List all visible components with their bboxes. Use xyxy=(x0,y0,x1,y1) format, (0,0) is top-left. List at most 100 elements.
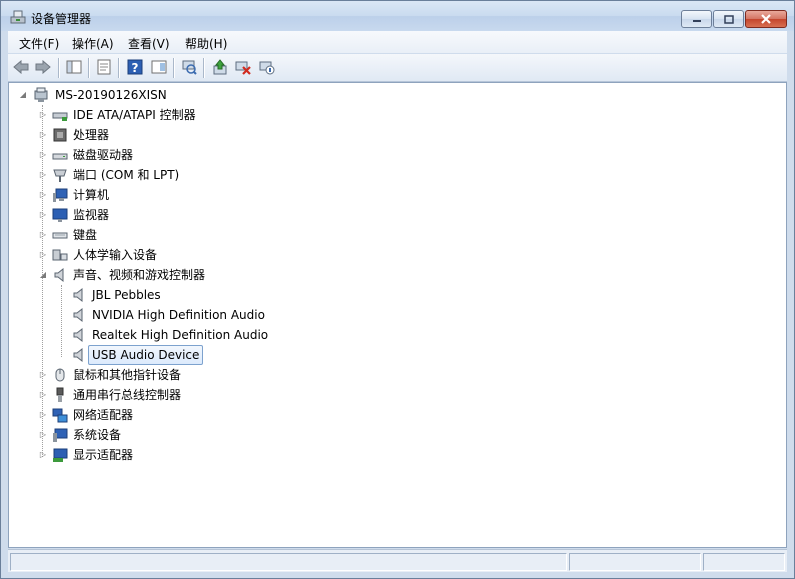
speaker-icon xyxy=(73,307,83,323)
menu-help[interactable]: 帮助(H) xyxy=(185,35,227,52)
category-label: 显示适配器 xyxy=(73,448,134,462)
tree-category-hid[interactable]: ▷ 人体学输入设备 xyxy=(9,245,309,265)
title-bar[interactable]: 设备管理器 xyxy=(1,1,794,31)
category-label: IDE ATA/ATAPI 控制器 xyxy=(73,108,196,122)
minimize-icon xyxy=(692,20,701,22)
category-label: 监视器 xyxy=(73,208,110,222)
show-hide-tree-icon xyxy=(66,60,82,74)
tree-category-ports[interactable]: ▷ 端口 (COM 和 LPT) xyxy=(9,165,309,185)
properties-button[interactable] xyxy=(95,58,113,76)
action-pane-button[interactable] xyxy=(150,58,168,76)
expand-arrow-icon[interactable]: ▷ xyxy=(38,145,48,165)
status-panel-main xyxy=(10,553,567,571)
port-icon xyxy=(53,169,67,182)
expand-arrow-icon[interactable]: ▷ xyxy=(38,365,48,385)
scan-hardware-icon xyxy=(182,60,197,75)
tree-category-mouse[interactable]: ▷ 鼠标和其他指针设备 xyxy=(9,365,309,385)
category-label: 系统设备 xyxy=(73,428,122,442)
back-button[interactable] xyxy=(12,58,30,76)
maximize-icon xyxy=(723,14,734,24)
computer-root-icon xyxy=(34,87,48,102)
disk-drive-icon xyxy=(52,153,68,160)
disable-device-button[interactable] xyxy=(258,58,276,76)
display-adapter-icon xyxy=(53,448,68,462)
tree-category-ide[interactable]: ▷ IDE ATA/ATAPI 控制器 xyxy=(9,105,309,125)
scan-hardware-button[interactable] xyxy=(180,58,198,76)
expand-arrow-icon[interactable]: ▷ xyxy=(38,405,48,425)
device-manager-window: 设备管理器 文件(F) 操作(A) 查看(V) 帮助(H) ? ◢ MS-201… xyxy=(0,0,795,579)
expand-arrow-icon[interactable]: ▷ xyxy=(38,185,48,205)
speaker-icon xyxy=(73,347,83,363)
status-panel-3 xyxy=(703,553,785,571)
processor-icon xyxy=(53,128,67,142)
ide-controller-icon xyxy=(52,112,68,121)
minimize-button[interactable] xyxy=(681,10,712,28)
category-label: 磁盘驱动器 xyxy=(73,148,134,162)
tree-category-system[interactable]: ▷ 系统设备 xyxy=(9,425,309,445)
speaker-icon xyxy=(73,327,83,343)
category-label: 键盘 xyxy=(73,228,98,242)
collapse-arrow-icon[interactable]: ◢ xyxy=(18,85,28,105)
monitor-icon xyxy=(52,208,68,222)
tree-device-usb-audio[interactable]: USB Audio Device xyxy=(9,345,309,365)
expand-arrow-icon[interactable]: ▷ xyxy=(38,385,48,405)
collapse-arrow-icon[interactable]: ◢ xyxy=(38,265,48,285)
category-label: 通用串行总线控制器 xyxy=(73,388,182,402)
device-manager-icon xyxy=(10,10,26,24)
properties-icon xyxy=(97,59,111,75)
disable-device-icon xyxy=(259,61,275,75)
maximize-button[interactable] xyxy=(713,10,744,28)
device-label: Realtek High Definition Audio xyxy=(92,328,269,342)
speaker-icon xyxy=(54,267,64,283)
expand-arrow-icon[interactable]: ▷ xyxy=(38,105,48,125)
device-label-selected: USB Audio Device xyxy=(88,345,204,365)
menu-file[interactable]: 文件(F) xyxy=(19,35,59,52)
expand-arrow-icon[interactable]: ▷ xyxy=(38,165,48,185)
tree-category-usb[interactable]: ▷ 通用串行总线控制器 xyxy=(9,385,309,405)
tree-category-sound[interactable]: ◢ 声音、视频和游戏控制器 xyxy=(9,265,309,285)
speaker-icon xyxy=(73,287,83,303)
tree-device-jbl[interactable]: JBL Pebbles xyxy=(9,285,309,305)
expand-arrow-icon[interactable]: ▷ xyxy=(38,225,48,245)
menu-bar: 文件(F) 操作(A) 查看(V) 帮助(H) xyxy=(8,31,787,53)
device-label: NVIDIA High Definition Audio xyxy=(92,308,265,322)
tree-root[interactable]: ◢ MS-20190126XISN xyxy=(9,85,309,105)
hid-icon xyxy=(52,249,68,261)
tree-category-computer[interactable]: ▷ 计算机 xyxy=(9,185,309,205)
expand-arrow-icon[interactable]: ▷ xyxy=(38,245,48,265)
menu-action[interactable]: 操作(A) xyxy=(72,35,114,52)
help-icon: ? xyxy=(127,59,143,75)
category-label: 网络适配器 xyxy=(73,408,134,422)
network-adapter-icon xyxy=(52,408,68,423)
expand-arrow-icon[interactable]: ▷ xyxy=(38,425,48,445)
tree-category-monitor[interactable]: ▷ 监视器 xyxy=(9,205,309,225)
tree-category-processor[interactable]: ▷ 处理器 xyxy=(9,125,309,145)
tree-device-realtek[interactable]: Realtek High Definition Audio xyxy=(9,325,309,345)
tree-device-nvidia[interactable]: NVIDIA High Definition Audio xyxy=(9,305,309,325)
menu-view[interactable]: 查看(V) xyxy=(128,35,170,52)
expand-arrow-icon[interactable]: ▷ xyxy=(38,125,48,145)
expand-arrow-icon[interactable]: ▷ xyxy=(38,445,48,465)
status-panel-2 xyxy=(569,553,701,571)
help-button[interactable]: ? xyxy=(126,58,144,76)
status-bar xyxy=(8,549,787,572)
expand-arrow-icon[interactable]: ▷ xyxy=(38,205,48,225)
update-driver-button[interactable] xyxy=(211,58,229,76)
category-label: 人体学输入设备 xyxy=(73,248,158,262)
close-button[interactable] xyxy=(745,10,787,28)
tree-category-disk[interactable]: ▷ 磁盘驱动器 xyxy=(9,145,309,165)
tree-category-network[interactable]: ▷ 网络适配器 xyxy=(9,405,309,425)
forward-button[interactable] xyxy=(34,58,52,76)
tree-category-display[interactable]: ▷ 显示适配器 xyxy=(9,445,309,465)
system-device-icon xyxy=(53,428,68,442)
category-label: 处理器 xyxy=(73,128,110,142)
uninstall-device-icon xyxy=(235,61,251,75)
category-label: 鼠标和其他指针设备 xyxy=(73,368,182,382)
tree-category-keyboard[interactable]: ▷ 键盘 xyxy=(9,225,309,245)
uninstall-device-button[interactable] xyxy=(234,58,252,76)
show-hide-tree-button[interactable] xyxy=(65,58,83,76)
back-arrow-icon xyxy=(13,60,29,74)
close-icon xyxy=(761,14,771,24)
device-tree[interactable]: ◢ MS-20190126XISN ▷ IDE ATA/ATAPI 控制器 ▷ … xyxy=(8,82,787,548)
keyboard-icon xyxy=(52,232,68,239)
